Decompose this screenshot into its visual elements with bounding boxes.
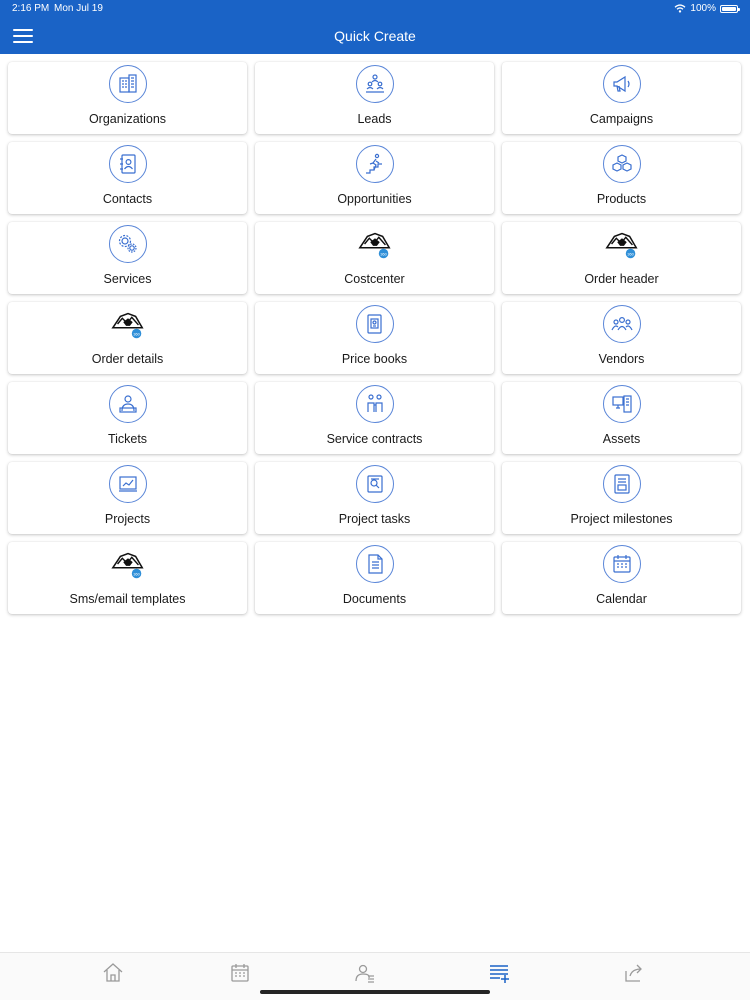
organizations-icon <box>108 65 147 103</box>
module-card-documents[interactable]: Documents <box>255 542 494 614</box>
module-card-vendors[interactable]: Vendors <box>502 302 741 374</box>
share-icon[interactable] <box>622 961 646 985</box>
module-label: Products <box>596 192 647 206</box>
module-label: Project milestones <box>570 512 673 526</box>
opportunities-icon <box>355 145 394 183</box>
battery-percent: 100% <box>690 3 716 14</box>
module-label: Price books <box>341 352 408 366</box>
module-card-organizations[interactable]: Organizations <box>8 62 247 134</box>
assets-icon <box>602 385 641 423</box>
vendors-icon <box>602 305 641 343</box>
module-card-order-details[interactable]: 360 Order details <box>8 302 247 374</box>
home-indicator <box>260 990 490 994</box>
module-label: Leads <box>357 112 392 126</box>
wifi-icon <box>675 4 686 13</box>
module-label: Assets <box>602 432 641 446</box>
module-card-projects[interactable]: Projects <box>8 462 247 534</box>
module-card-services[interactable]: Services <box>8 222 247 294</box>
custom-module-icon: 360 <box>356 225 394 263</box>
status-date: Mon Jul 19 <box>54 3 103 14</box>
module-label: Service contracts <box>326 432 423 446</box>
quick-create-icon[interactable] <box>487 961 511 985</box>
svg-text:360: 360 <box>133 572 139 576</box>
module-card-products[interactable]: Products <box>502 142 741 214</box>
module-card-contacts[interactable]: Contacts <box>8 142 247 214</box>
module-label: Contacts <box>102 192 153 206</box>
calendar-icon <box>602 545 641 583</box>
app-header: 2:16 PM Mon Jul 19 100% Quick Create <box>0 0 750 54</box>
module-label: Organizations <box>88 112 167 126</box>
module-label: Vendors <box>598 352 645 366</box>
custom-module-icon: 360 <box>109 545 147 583</box>
module-label: Project tasks <box>338 512 411 526</box>
contacts-icon <box>108 145 147 183</box>
module-card-campaigns[interactable]: Campaigns <box>502 62 741 134</box>
bottom-tab-bar <box>0 952 750 1000</box>
page-title: Quick Create <box>334 28 416 44</box>
campaigns-icon <box>602 65 641 103</box>
tickets-icon <box>108 385 147 423</box>
module-label: Documents <box>342 592 407 606</box>
project-milestones-icon <box>602 465 641 503</box>
svg-text:360: 360 <box>380 252 386 256</box>
module-label: Services <box>103 272 152 286</box>
leads-icon <box>355 65 394 103</box>
module-card-assets[interactable]: Assets <box>502 382 741 454</box>
project-tasks-icon <box>355 465 394 503</box>
service-contracts-icon <box>355 385 394 423</box>
module-label: Calendar <box>596 592 647 606</box>
module-label: Costcenter <box>344 272 405 286</box>
status-bar: 2:16 PM Mon Jul 19 100% <box>0 0 750 18</box>
price-books-icon <box>355 305 394 343</box>
module-card-leads[interactable]: Leads <box>255 62 494 134</box>
documents-icon <box>355 545 394 583</box>
products-icon <box>602 145 641 183</box>
module-card-sms-email-templates[interactable]: 360 Sms/email templates <box>8 542 247 614</box>
module-label: Order header <box>584 272 659 286</box>
module-card-service-contracts[interactable]: Service contracts <box>255 382 494 454</box>
custom-module-icon: 360 <box>109 305 147 343</box>
module-label: Campaigns <box>589 112 654 126</box>
svg-text:360: 360 <box>627 252 633 256</box>
status-time: 2:16 PM <box>12 3 50 14</box>
contacts-tab-icon[interactable] <box>353 961 377 985</box>
module-card-tickets[interactable]: Tickets <box>8 382 247 454</box>
module-label: Sms/email templates <box>69 592 186 606</box>
battery-icon <box>720 4 740 13</box>
module-label: Opportunities <box>337 192 412 206</box>
status-indicators: 100% <box>674 3 740 14</box>
module-card-project-tasks[interactable]: Project tasks <box>255 462 494 534</box>
calendar-tab-icon[interactable] <box>228 961 252 985</box>
module-label: Projects <box>104 512 151 526</box>
module-card-opportunities[interactable]: Opportunities <box>255 142 494 214</box>
module-label: Order details <box>91 352 164 366</box>
module-card-costcenter[interactable]: 360 Costcenter <box>255 222 494 294</box>
module-card-order-header[interactable]: 360 Order header <box>502 222 741 294</box>
module-label: Tickets <box>107 432 148 446</box>
home-icon[interactable] <box>101 961 125 985</box>
services-icon <box>108 225 147 263</box>
projects-icon <box>108 465 147 503</box>
module-card-project-milestones[interactable]: Project milestones <box>502 462 741 534</box>
module-grid: Organizations Leads Campaigns Contacts O… <box>8 62 742 614</box>
module-card-price-books[interactable]: Price books <box>255 302 494 374</box>
custom-module-icon: 360 <box>603 225 641 263</box>
svg-text:360: 360 <box>133 332 139 336</box>
module-card-calendar[interactable]: Calendar <box>502 542 741 614</box>
